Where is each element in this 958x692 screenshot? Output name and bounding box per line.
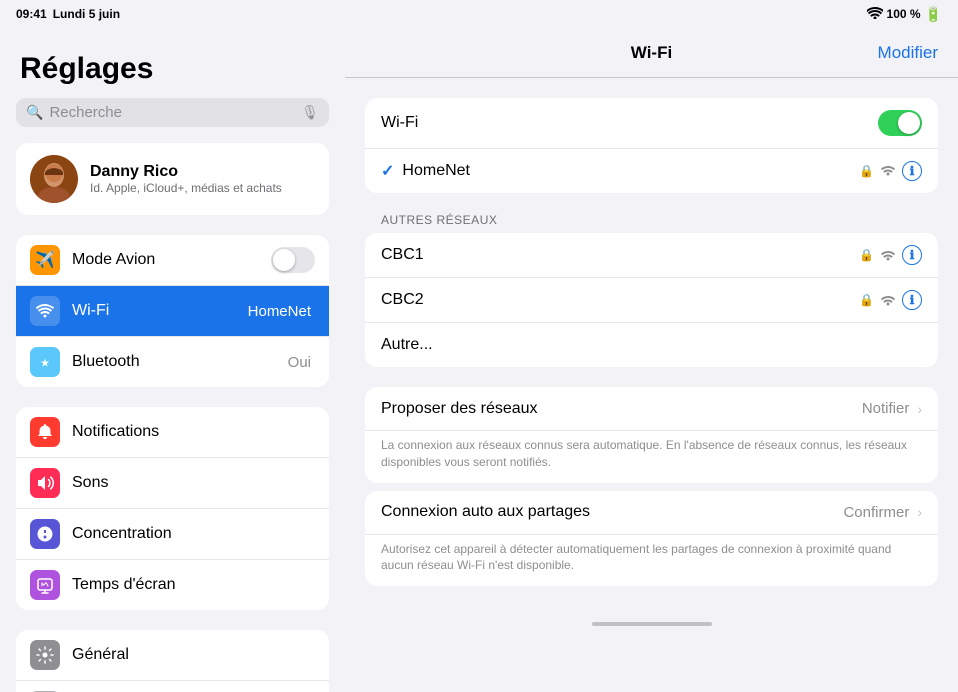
cbc1-lock-icon: 🔒 (859, 248, 874, 262)
search-icon: 🔍 (26, 104, 43, 121)
wifi-toggle-row[interactable]: Wi-Fi (365, 98, 938, 149)
bluetooth-label: Bluetooth (72, 353, 288, 371)
suggest-networks-row[interactable]: Proposer des réseaux Notifier › (365, 387, 938, 431)
suggest-networks-desc: La connexion aux réseaux connus sera aut… (365, 431, 938, 483)
network-cbc1-label: CBC1 (381, 246, 859, 264)
notifications-label: Notifications (72, 423, 315, 441)
status-date: Lundi 5 juin (53, 7, 120, 21)
auto-connect-value-text: Confirmer (843, 504, 909, 521)
sidebar-item-mode-avion[interactable]: ✈️ Mode Avion (16, 235, 329, 286)
general-label: Général (72, 646, 315, 664)
connected-network-row[interactable]: ✓ HomeNet 🔒 ℹ (365, 149, 938, 193)
auto-connect-chevron: › (917, 504, 922, 520)
settings-group-1: ✈️ Mode Avion Wi-Fi HomeNet ⭑ B (16, 235, 329, 387)
network-cbc2-label: CBC2 (381, 291, 859, 309)
mode-avion-toggle[interactable] (271, 247, 315, 273)
concentration-label: Concentration (72, 525, 315, 543)
sidebar-item-sons[interactable]: Sons (16, 458, 329, 509)
profile-info: Danny Rico Id. Apple, iCloud+, médias et… (90, 163, 282, 195)
wifi-main-card: Wi-Fi ✓ HomeNet 🔒 (365, 98, 938, 193)
sidebar-item-bluetooth[interactable]: ⭑ Bluetooth Oui (16, 337, 329, 387)
sidebar-item-concentration[interactable]: Concentration (16, 509, 329, 560)
home-indicator (345, 614, 958, 634)
mic-icon[interactable]: 🎙 (301, 104, 319, 121)
other-networks-header: AUTRES RÉSEAUX (365, 213, 938, 233)
settings-title: Réglages (0, 44, 345, 98)
cbc1-icons: 🔒 ℹ (859, 245, 922, 265)
battery-icon: 🔋 (925, 6, 942, 23)
bluetooth-value: Oui (288, 354, 311, 371)
auto-connect-card: Connexion auto aux partages Confirmer › … (365, 491, 938, 587)
profile-subtitle: Id. Apple, iCloud+, médias et achats (90, 181, 282, 195)
temps-ecran-label: Temps d'écran (72, 576, 315, 594)
other-networks-section: AUTRES RÉSEAUX CBC1 🔒 ℹ (365, 213, 938, 367)
concentration-icon (30, 519, 60, 549)
sidebar-item-wifi[interactable]: Wi-Fi HomeNet (16, 286, 329, 337)
settings-group-2: Notifications Sons Concentration (16, 407, 329, 610)
network-cbc2-row[interactable]: CBC2 🔒 ℹ (365, 278, 938, 323)
sidebar: Réglages 🔍 🎙 Danny Rico Id. Apple, iClou… (0, 28, 345, 692)
suggest-networks-label: Proposer des réseaux (381, 400, 862, 418)
sidebar-item-notifications[interactable]: Notifications (16, 407, 329, 458)
general-icon (30, 640, 60, 670)
connected-network-icons: 🔒 ℹ (859, 161, 922, 181)
lock-icon: 🔒 (859, 164, 874, 178)
suggest-networks-value: Notifier › (862, 400, 922, 417)
sidebar-item-temps-ecran[interactable]: Temps d'écran (16, 560, 329, 610)
auto-connect-value: Confirmer › (843, 504, 922, 521)
detail-title: Wi-Fi (631, 43, 672, 63)
wifi-signal-icon (880, 163, 896, 179)
cbc2-lock-icon: 🔒 (859, 293, 874, 307)
mode-avion-label: Mode Avion (72, 251, 271, 269)
notifications-icon (30, 417, 60, 447)
wifi-toggle[interactable] (878, 110, 922, 136)
cbc1-info-button[interactable]: ℹ (902, 245, 922, 265)
network-cbc1-row[interactable]: CBC1 🔒 ℹ (365, 233, 938, 278)
other-networks-card: CBC1 🔒 ℹ CBC2 (365, 233, 938, 367)
status-bar-left: 09:41 Lundi 5 juin (16, 7, 120, 21)
sons-icon (30, 468, 60, 498)
sidebar-item-centre-controle[interactable]: Centre de contrôle (16, 681, 329, 692)
cbc2-icons: 🔒 ℹ (859, 290, 922, 310)
wifi-connected-value: HomeNet (248, 303, 311, 320)
status-bar: 09:41 Lundi 5 juin 100 % 🔋 (0, 0, 958, 28)
profile-name: Danny Rico (90, 163, 282, 181)
network-other-row[interactable]: Autre... (365, 323, 938, 367)
status-bar-right: 100 % 🔋 (867, 6, 942, 23)
auto-connect-row[interactable]: Connexion auto aux partages Confirmer › (365, 491, 938, 535)
wifi-status-icon (867, 7, 883, 22)
modify-button[interactable]: Modifier (878, 43, 938, 63)
network-other-label: Autre... (381, 336, 922, 354)
airplane-icon: ✈️ (30, 245, 60, 275)
sidebar-item-general[interactable]: Général (16, 630, 329, 681)
sons-label: Sons (72, 474, 315, 492)
avatar (30, 155, 78, 203)
temps-ecran-icon (30, 570, 60, 600)
wifi-toggle-label: Wi-Fi (381, 114, 878, 132)
suggest-networks-chevron: › (917, 401, 922, 417)
main-layout: Réglages 🔍 🎙 Danny Rico Id. Apple, iClou… (0, 28, 958, 692)
status-time: 09:41 (16, 7, 47, 21)
battery-status: 100 % (887, 7, 921, 21)
search-bar[interactable]: 🔍 🎙 (16, 98, 329, 127)
profile-card[interactable]: Danny Rico Id. Apple, iCloud+, médias et… (16, 143, 329, 215)
wifi-sidebar-icon (30, 296, 60, 326)
suggest-networks-value-text: Notifier (862, 400, 910, 417)
auto-connect-label: Connexion auto aux partages (381, 503, 843, 521)
checkmark-icon: ✓ (381, 161, 394, 181)
home-bar (592, 622, 712, 626)
auto-connect-desc: Autorisez cet appareil à détecter automa… (365, 535, 938, 587)
connected-info-button[interactable]: ℹ (902, 161, 922, 181)
detail-content: Wi-Fi ✓ HomeNet 🔒 (345, 78, 958, 614)
wifi-sidebar-label: Wi-Fi (72, 302, 248, 320)
settings-group-3: Général Centre de contrôle (16, 630, 329, 692)
cbc2-info-button[interactable]: ℹ (902, 290, 922, 310)
detail-header: Wi-Fi Modifier (345, 28, 958, 78)
bluetooth-icon: ⭑ (30, 347, 60, 377)
suggest-networks-card: Proposer des réseaux Notifier › La conne… (365, 387, 938, 483)
detail-panel: Wi-Fi Modifier Wi-Fi ✓ HomeNet 🔒 (345, 28, 958, 692)
connected-network-name: HomeNet (402, 162, 859, 180)
search-input[interactable] (49, 104, 295, 121)
